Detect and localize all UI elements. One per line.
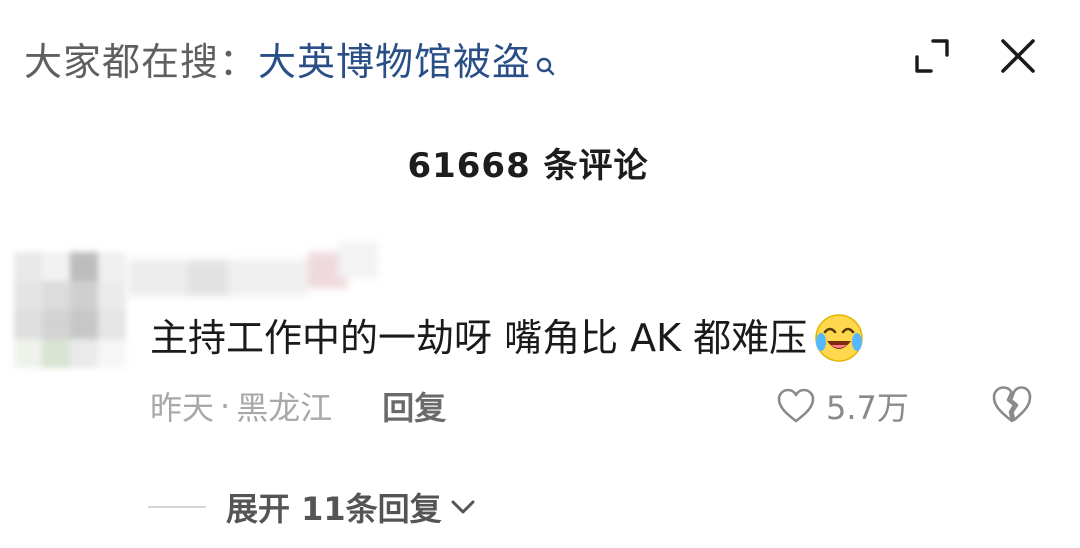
- comment-body: 主持工作中的一劫呀 嘴角比 AK 都难压: [150, 312, 865, 364]
- close-icon[interactable]: [996, 34, 1040, 78]
- expand-replies-button[interactable]: 展开 11条回复: [148, 482, 478, 532]
- chevron-down-icon: [448, 495, 478, 519]
- crying-laughing-emoji-icon: [813, 312, 865, 364]
- comment-time: 昨天: [150, 389, 215, 427]
- comment-text: 主持工作中的一劫呀 嘴角比 AK 都难压: [150, 316, 808, 360]
- search-icon[interactable]: [535, 39, 555, 76]
- avatar[interactable]: [14, 252, 126, 370]
- like-button[interactable]: 5.7万: [776, 382, 909, 430]
- heart-icon: [777, 388, 815, 423]
- top-actions: [910, 34, 1040, 78]
- meta-separator: ·: [220, 387, 231, 425]
- trending-search-bar[interactable]: 大家都在搜： 大英博物馆被盗: [24, 30, 555, 94]
- comment-panel: 大家都在搜： 大英博物馆被盗 61668 条评论 主持工作中的一劫呀 嘴角比 A…: [0, 0, 1080, 548]
- expand-replies-label: 展开 11条回复: [226, 490, 442, 528]
- comment-meta: 昨天 · 黑龙江 回复: [150, 382, 446, 430]
- trending-search-prefix: 大家都在搜：: [24, 40, 259, 84]
- username-redacted[interactable]: [128, 232, 388, 302]
- like-count: 5.7万: [826, 389, 909, 427]
- fullscreen-icon[interactable]: [910, 34, 954, 78]
- divider-line: [148, 506, 206, 508]
- broken-heart-icon[interactable]: [990, 384, 1034, 428]
- trending-search-term[interactable]: 大英博物馆被盗: [258, 30, 531, 94]
- comment-location: 黑龙江: [236, 389, 333, 427]
- comment-count-title: 61668 条评论: [407, 146, 649, 186]
- reply-button[interactable]: 回复: [382, 383, 446, 429]
